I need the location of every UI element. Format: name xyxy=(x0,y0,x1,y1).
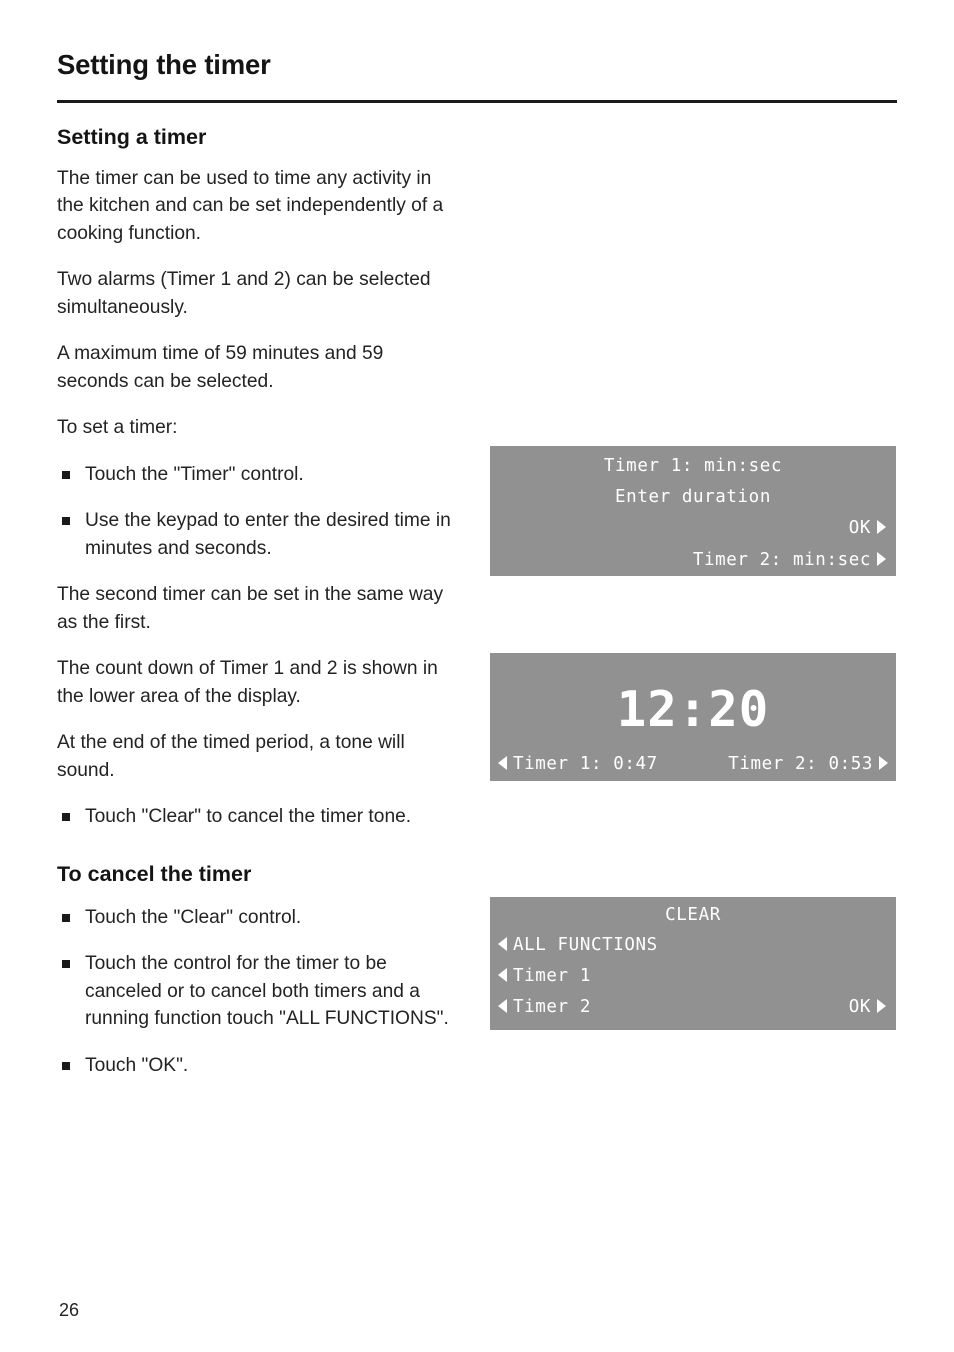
display-main-area: CLEAR ALL FUNCTIONS Timer 1 Timer 2 OK xyxy=(490,897,896,1030)
display-bottom-strip: Timer 1: 0:47 Timer 2: 0:53 xyxy=(490,750,896,781)
display-line-enter-duration: Enter duration xyxy=(615,487,771,507)
arrow-right-icon xyxy=(877,552,886,566)
display-timer2-label: Timer 2: 0:53 xyxy=(728,754,873,774)
arrow-left-icon xyxy=(498,937,507,951)
display-menu-item-all-functions[interactable]: ALL FUNCTIONS xyxy=(498,935,658,955)
list-item-label: Touch the "Clear" control. xyxy=(85,906,302,928)
display-timer-entry: Timer 1: min:sec Enter duration OK Timer… xyxy=(490,446,896,576)
display-ok-label: OK xyxy=(848,518,871,538)
arrow-left-icon xyxy=(498,756,507,770)
display-timer2-control[interactable]: Timer 2: min:sec xyxy=(693,550,886,570)
display-ok-control[interactable]: OK xyxy=(849,997,886,1017)
arrow-left-icon xyxy=(498,968,507,982)
display-ok-label: OK xyxy=(848,997,871,1017)
section-heading-setting-a-timer: Setting a timer xyxy=(57,125,207,149)
list-item: Use the keypad to enter the desired time… xyxy=(57,507,457,562)
paragraph: At the end of the timed period, a tone w… xyxy=(57,732,405,781)
list-item: Touch "OK". xyxy=(57,1052,457,1080)
display-timer2-countdown[interactable]: Timer 2: 0:53 xyxy=(728,754,888,774)
list-item-label: Touch "OK". xyxy=(85,1054,189,1076)
square-bullet-icon xyxy=(62,1061,70,1070)
arrow-right-icon xyxy=(877,520,886,534)
display-main-area: Timer 1: min:sec Enter duration OK xyxy=(490,446,896,542)
list-item: Touch the "Clear" control. xyxy=(57,904,457,932)
paragraph: To set a timer: xyxy=(57,417,178,439)
square-bullet-icon xyxy=(62,517,70,526)
display-main-area: 12:20 xyxy=(490,653,896,746)
paragraph: The timer can be used to time any activi… xyxy=(57,167,444,244)
instruction-list-cancel-timer: Touch the "Clear" control. Touch the con… xyxy=(57,904,457,1080)
list-item-label: Touch "Clear" to cancel the timer tone. xyxy=(85,806,412,828)
list-item-label: Touch the "Timer" control. xyxy=(85,463,304,485)
header-divider xyxy=(57,100,897,103)
page-number: 26 xyxy=(59,1300,80,1320)
display-timer1-countdown[interactable]: Timer 1: 0:47 xyxy=(498,754,658,774)
square-bullet-icon xyxy=(62,913,70,922)
paragraph: The second timer can be set in the same … xyxy=(57,584,444,633)
list-item-label: Use the keypad to enter the desired time… xyxy=(85,510,451,559)
instruction-list-set-timer: Touch the "Timer" control. Use the keypa… xyxy=(57,461,457,563)
display-menu-item-label: Timer 1 xyxy=(513,966,591,986)
page-title: Setting the timer xyxy=(57,49,271,80)
paragraph: Two alarms (Timer 1 and 2) can be select… xyxy=(57,269,431,318)
arrow-left-icon xyxy=(498,999,507,1013)
manual-page: Setting the timer Setting a timer The ti… xyxy=(0,0,954,1352)
list-item: Touch "Clear" to cancel the timer tone. xyxy=(57,803,457,831)
square-bullet-icon xyxy=(62,960,70,969)
list-item: Touch the "Timer" control. xyxy=(57,461,457,489)
page-header: Setting the timer xyxy=(57,48,897,81)
display-menu-item-timer-1[interactable]: Timer 1 xyxy=(498,966,591,986)
display-timer2-label: Timer 2: min:sec xyxy=(692,550,871,570)
list-item-label: Touch the control for the timer to be ca… xyxy=(85,953,449,1030)
instruction-list-clear-tone: Touch "Clear" to cancel the timer tone. xyxy=(57,803,457,831)
display-menu-item-label: ALL FUNCTIONS xyxy=(513,935,658,955)
display-bottom-strip: Timer 2: min:sec xyxy=(490,546,896,576)
content-column: Setting a timer The timer can be used to… xyxy=(57,124,457,1098)
display-clear-menu: CLEAR ALL FUNCTIONS Timer 1 Timer 2 OK xyxy=(490,897,896,1030)
display-timer1-label: Timer 1: 0:47 xyxy=(513,754,658,774)
display-menu-item-label: Timer 2 xyxy=(513,997,591,1017)
display-ok-control[interactable]: OK xyxy=(849,518,886,538)
paragraph: The count down of Timer 1 and 2 is shown… xyxy=(57,658,438,707)
display-clear-title: CLEAR xyxy=(665,905,721,925)
clock-time: 12:20 xyxy=(616,681,770,738)
section-heading-to-cancel-the-timer: To cancel the timer xyxy=(57,861,252,886)
display-menu-item-timer-2[interactable]: Timer 2 xyxy=(498,997,591,1017)
arrow-right-icon xyxy=(879,756,888,770)
display-clock: 12:20 Timer 1: 0:47 Timer 2: 0:53 xyxy=(490,653,896,781)
square-bullet-icon xyxy=(62,813,70,822)
square-bullet-icon xyxy=(62,470,70,479)
list-item: Touch the control for the timer to be ca… xyxy=(57,950,457,1033)
arrow-right-icon xyxy=(877,999,886,1013)
display-line-timer1-label: Timer 1: min:sec xyxy=(603,456,783,476)
paragraph: A maximum time of 59 minutes and 59 seco… xyxy=(57,343,384,392)
